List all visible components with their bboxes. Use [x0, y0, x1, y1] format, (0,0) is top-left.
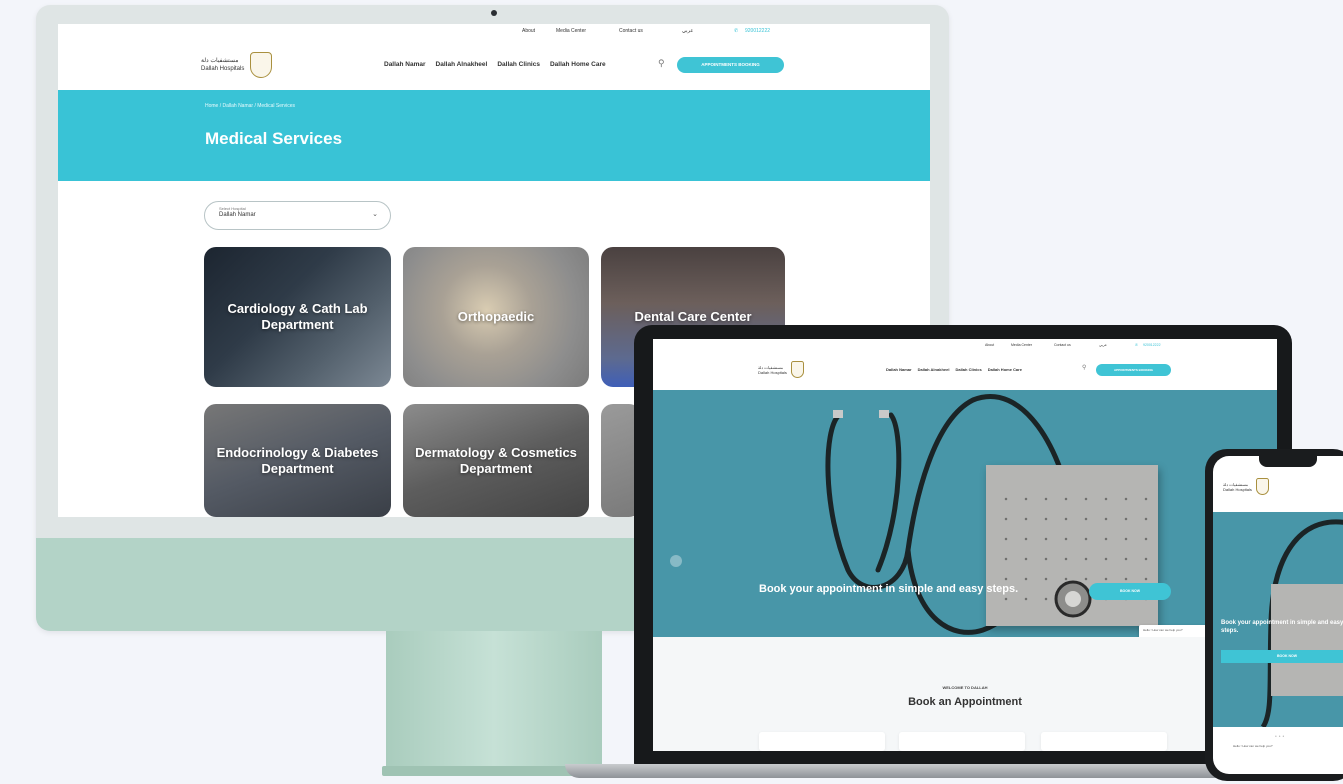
section-title: Book an Appointment	[908, 696, 1022, 708]
brand-logo[interactable]: مستشفيات دلة Dallah Hospitals	[201, 52, 273, 78]
language-link[interactable]: عربي	[1099, 343, 1107, 347]
main-nav: Dallah Namar Dallah Alnakheel Dallah Cli…	[886, 367, 1022, 372]
brand-logo[interactable]: مستشفيات دلة Dallah Hospitals	[758, 361, 804, 378]
chat-toast[interactable]: Hello ! How can we help you?	[1233, 744, 1343, 756]
stethoscope-chestpiece	[1054, 580, 1092, 618]
shield-logo-icon	[250, 52, 273, 78]
hospital-select-label: Select Hospital	[219, 206, 246, 211]
book-now-button[interactable]: BOOK NOW	[1221, 650, 1343, 663]
logo-arabic: مستشفيات دلة	[758, 364, 783, 370]
nav-item-dallah-namar[interactable]: Dallah Namar	[886, 367, 912, 372]
logo-wordmark: مستشفيات دلة Dallah Hospitals	[1223, 482, 1252, 492]
department-card-dermatology[interactable]: Dermatology & Cosmetics Department	[403, 404, 589, 517]
hospital-select-value: Dallah Namar	[219, 212, 256, 218]
phone-number[interactable]: 920012222	[1143, 343, 1161, 347]
chevron-down-icon: ⌄	[372, 211, 378, 218]
nav-item-dallah-clinics[interactable]: Dallah Clinics	[955, 367, 981, 372]
shield-logo-icon	[790, 361, 804, 378]
phone-icon: ✆	[1135, 343, 1138, 347]
shield-logo-icon	[1255, 478, 1269, 495]
search-icon[interactable]: ⚲	[1082, 364, 1086, 371]
nav-item-dallah-home-care[interactable]: Dallah Home Care	[550, 61, 606, 68]
page-title: Medical Services	[205, 129, 343, 148]
department-card-orthopaedic[interactable]: Orthopaedic	[403, 247, 589, 387]
department-card-label: Dental Care Center	[634, 309, 752, 324]
phone-notch	[1259, 456, 1317, 467]
top-utility-bar: About Media Center Contact us عربي ✆ 920…	[58, 24, 930, 40]
booking-card[interactable]	[1041, 732, 1167, 751]
contact-link[interactable]: Contact us	[619, 28, 643, 34]
nav-item-dallah-alnakheel[interactable]: Dallah Alnakheel	[436, 61, 488, 68]
hero-heading: Book your appointment in simple and easy…	[759, 583, 1019, 595]
nav-item-dallah-alnakheel[interactable]: Dallah Alnakheel	[918, 367, 950, 372]
logo-english: Dallah Hospitals	[201, 66, 245, 72]
page-banner: Home / Dallah Namar / Medical Services M…	[58, 90, 930, 181]
welcome-label: WELCOME TO DALLAH	[942, 685, 988, 690]
book-now-button[interactable]: BOOK NOW	[1089, 583, 1171, 600]
media-center-link[interactable]: Media Center	[556, 28, 586, 34]
arrow-left-icon[interactable]	[670, 555, 682, 567]
department-card-label: Dermatology & Cosmetics Department	[415, 444, 577, 476]
carousel-dots[interactable]: •••	[1275, 734, 1286, 740]
logo-wordmark: مستشفيات دلة Dallah Hospitals	[201, 57, 244, 73]
nav-item-dallah-namar[interactable]: Dallah Namar	[384, 61, 426, 68]
nav-item-dallah-clinics[interactable]: Dallah Clinics	[497, 61, 540, 68]
site-header: مستشفيات دلة Dallah Hospitals Dallah Nam…	[58, 40, 930, 90]
phone-icon: ✆	[734, 28, 739, 34]
department-card-label: Orthopaedic	[457, 309, 535, 324]
hospital-select[interactable]: Select Hospital Dallah Namar ⌄	[204, 201, 391, 230]
brand-logo[interactable]: مستشفيات دلة Dallah Hospitals	[1223, 478, 1269, 495]
breadcrumb: Home / Dallah Namar / Medical Services	[205, 103, 296, 109]
appointments-booking-button[interactable]: APPOINTMENTS BOOKING	[1096, 364, 1171, 376]
logo-arabic: مستشفيات دلة	[1223, 481, 1248, 487]
calendar-image	[1271, 584, 1343, 696]
logo-wordmark: مستشفيات دلة Dallah Hospitals	[758, 365, 787, 375]
department-card-endocrinology[interactable]: Endocrinology & Diabetes Department	[204, 404, 391, 517]
logo-arabic: مستشفيات دلة	[201, 58, 239, 64]
contact-link[interactable]: Contact us	[1054, 343, 1071, 347]
main-nav: Dallah Namar Dallah Alnakheel Dallah Cli…	[384, 61, 606, 68]
language-link[interactable]: عربي	[682, 28, 693, 34]
imac-stand	[386, 631, 602, 771]
camera-icon	[491, 10, 497, 16]
appointments-booking-button[interactable]: APPOINTMENTS BOOKING	[677, 57, 784, 73]
mobile-website: مستشفيات دلة Dallah Hospitals Book your …	[1213, 456, 1343, 774]
laptop-website: About Media Center Contact us عربي ✆ 920…	[653, 339, 1277, 751]
department-card-cardiology[interactable]: Cardiology & Cath Lab Department	[204, 247, 391, 387]
search-icon[interactable]: ⚲	[658, 58, 665, 69]
about-link[interactable]: About	[985, 343, 994, 347]
hero-heading: Book your appointment in simple and easy…	[1221, 620, 1343, 634]
department-card-label: Cardiology & Cath Lab Department	[227, 301, 368, 332]
hero-banner	[653, 390, 1277, 637]
logo-english: Dallah Hospitals	[758, 369, 787, 375]
phone-number[interactable]: 920012222	[745, 28, 770, 34]
booking-card[interactable]	[899, 732, 1025, 751]
about-link[interactable]: About	[522, 28, 535, 34]
booking-card[interactable]	[759, 732, 885, 751]
media-center-link[interactable]: Media Center	[1011, 343, 1032, 347]
nav-item-dallah-home-care[interactable]: Dallah Home Care	[988, 367, 1022, 372]
logo-english: Dallah Hospitals	[1223, 486, 1252, 492]
department-card-label: Endocrinology & Diabetes Department	[216, 444, 379, 476]
